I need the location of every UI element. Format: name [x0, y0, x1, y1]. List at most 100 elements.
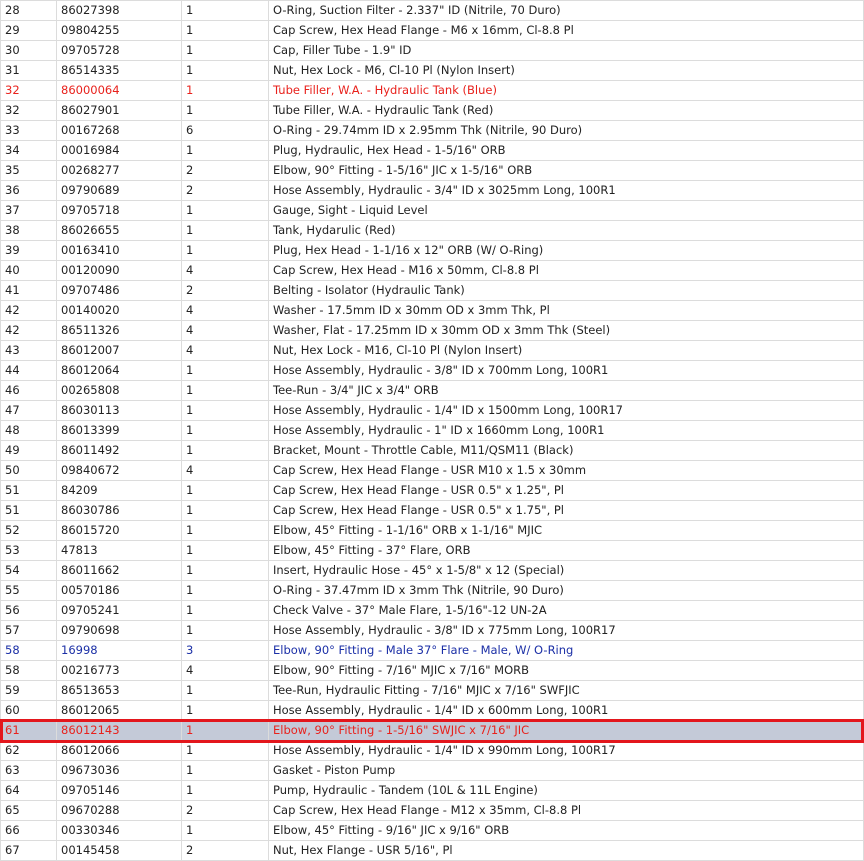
quantity-cell: 1	[181, 200, 269, 221]
table-row[interactable]: 33 00167268 6 O-Ring - 29.74mm ID x 2.95mm …	[0, 120, 864, 141]
table-row[interactable]: 36 09790689 2 Hose Assembly, Hydraulic - 3/…	[0, 180, 864, 201]
description-cell: Gasket - Piston Pump	[268, 760, 864, 781]
part-number-cell: 00265808	[56, 380, 182, 401]
part-number-cell: 86511326	[56, 320, 182, 341]
item-number-cell: 41	[0, 280, 57, 301]
description-cell: Hose Assembly, Hydraulic - 1" ID x 1660m…	[268, 420, 864, 441]
quantity-cell: 1	[181, 740, 269, 761]
table-row[interactable]: 49 86011492 1 Bracket, Mount - Throttle Cab…	[0, 440, 864, 461]
table-row[interactable]: 51 84209 1 Cap Screw, Hex Head Flange - USR…	[0, 480, 864, 501]
item-number-cell: 61	[0, 720, 57, 741]
table-row[interactable]: 30 09705728 1 Cap, Filler Tube - 1.9" ID	[0, 40, 864, 61]
table-row[interactable]: 46 00265808 1 Tee-Run - 3/4" JIC x 3/4" ORB	[0, 380, 864, 401]
part-number-cell: 86015720	[56, 520, 182, 541]
table-row[interactable]: 50 09840672 4 Cap Screw, Hex Head Flange - …	[0, 460, 864, 481]
table-row[interactable]: 39 00163410 1 Plug, Hex Head - 1-1/16 x 12"…	[0, 240, 864, 261]
quantity-cell: 1	[181, 40, 269, 61]
part-number-cell: 86012143	[56, 720, 182, 741]
item-number-cell: 47	[0, 400, 57, 421]
description-cell: Elbow, 45° Fitting - 37° Flare, ORB	[268, 540, 864, 561]
table-row[interactable]: 56 09705241 1 Check Valve - 37° Male Flare,…	[0, 600, 864, 621]
part-number-cell: 86030786	[56, 500, 182, 521]
item-number-cell: 43	[0, 340, 57, 361]
table-row[interactable]: 32 86000064 1 Tube Filler, W.A. - Hydraulic…	[0, 80, 864, 101]
table-row[interactable]: 43 86012007 4 Nut, Hex Lock - M16, Cl-10 Pl…	[0, 340, 864, 361]
table-row[interactable]: 29 09804255 1 Cap Screw, Hex Head Flange - …	[0, 20, 864, 41]
part-number-cell: 00330346	[56, 820, 182, 841]
description-cell: Nut, Hex Lock - M6, Cl-10 Pl (Nylon Inse…	[268, 60, 864, 81]
table-row[interactable]: 42 86511326 4 Washer, Flat - 17.25mm ID x 3…	[0, 320, 864, 341]
item-number-cell: 58	[0, 660, 57, 681]
quantity-cell: 1	[181, 780, 269, 801]
table-row[interactable]: 54 86011662 1 Insert, Hydraulic Hose - 45° …	[0, 560, 864, 581]
table-row[interactable]: 60 86012065 1 Hose Assembly, Hydraulic - 1/…	[0, 700, 864, 721]
table-row[interactable]: 65 09670288 2 Cap Screw, Hex Head Flange - …	[0, 800, 864, 821]
item-number-cell: 58	[0, 640, 57, 661]
table-row[interactable]: 42 00140020 4 Washer - 17.5mm ID x 30mm OD …	[0, 300, 864, 321]
part-number-cell: 86030113	[56, 400, 182, 421]
table-row[interactable]: 38 86026655 1 Tank, Hydarulic (Red)	[0, 220, 864, 241]
description-cell: Tank, Hydarulic (Red)	[268, 220, 864, 241]
description-cell: Cap Screw, Hex Head Flange - M12 x 35mm,…	[268, 800, 864, 821]
item-number-cell: 54	[0, 560, 57, 581]
item-number-cell: 50	[0, 460, 57, 481]
item-number-cell: 40	[0, 260, 57, 281]
table-row[interactable]: 44 86012064 1 Hose Assembly, Hydraulic - 3/…	[0, 360, 864, 381]
item-number-cell: 48	[0, 420, 57, 441]
table-row[interactable]: 35 00268277 2 Elbow, 90° Fitting - 1-5/16" …	[0, 160, 864, 181]
table-row[interactable]: 61 86012143 1 Elbow, 90° Fitting - 1-5/16" …	[0, 720, 864, 741]
table-row[interactable]: 47 86030113 1 Hose Assembly, Hydraulic - 1/…	[0, 400, 864, 421]
quantity-cell: 1	[181, 240, 269, 261]
quantity-cell: 1	[181, 420, 269, 441]
part-number-cell: 09804255	[56, 20, 182, 41]
part-number-cell: 09790698	[56, 620, 182, 641]
description-cell: Elbow, 90° Fitting - 1-5/16" JIC x 1-5/1…	[268, 160, 864, 181]
item-number-cell: 65	[0, 800, 57, 821]
item-number-cell: 35	[0, 160, 57, 181]
table-row[interactable]: 51 86030786 1 Cap Screw, Hex Head Flange - …	[0, 500, 864, 521]
table-row[interactable]: 41 09707486 2 Belting - Isolator (Hydraulic…	[0, 280, 864, 301]
part-number-cell: 00570186	[56, 580, 182, 601]
item-number-cell: 28	[0, 0, 57, 21]
item-number-cell: 30	[0, 40, 57, 61]
parts-table: 28 86027398 1 O-Ring, Suction Filter - 2.33…	[0, 0, 864, 861]
part-number-cell: 00145458	[56, 840, 182, 861]
table-row[interactable]: 59 86513653 1 Tee-Run, Hydraulic Fitting - …	[0, 680, 864, 701]
table-row[interactable]: 28 86027398 1 O-Ring, Suction Filter - 2.33…	[0, 0, 864, 21]
table-row[interactable]: 34 00016984 1 Plug, Hydraulic, Hex Head - 1…	[0, 140, 864, 161]
table-row[interactable]: 64 09705146 1 Pump, Hydraulic - Tandem (10L…	[0, 780, 864, 801]
part-number-cell: 84209	[56, 480, 182, 501]
quantity-cell: 1	[181, 80, 269, 101]
part-number-cell: 09670288	[56, 800, 182, 821]
table-row[interactable]: 57 09790698 1 Hose Assembly, Hydraulic - 3/…	[0, 620, 864, 641]
description-cell: Plug, Hydraulic, Hex Head - 1-5/16" ORB	[268, 140, 864, 161]
table-row[interactable]: 37 09705718 1 Gauge, Sight - Liquid Level	[0, 200, 864, 221]
table-row[interactable]: 63 09673036 1 Gasket - Piston Pump	[0, 760, 864, 781]
item-number-cell: 60	[0, 700, 57, 721]
description-cell: Hose Assembly, Hydraulic - 1/4" ID x 600…	[268, 700, 864, 721]
item-number-cell: 36	[0, 180, 57, 201]
part-number-cell: 86514335	[56, 60, 182, 81]
quantity-cell: 1	[181, 480, 269, 501]
table-row[interactable]: 52 86015720 1 Elbow, 45° Fitting - 1-1/16" …	[0, 520, 864, 541]
item-number-cell: 42	[0, 320, 57, 341]
table-row[interactable]: 32 86027901 1 Tube Filler, W.A. - Hydraulic…	[0, 100, 864, 121]
table-row[interactable]: 31 86514335 1 Nut, Hex Lock - M6, Cl-10 Pl …	[0, 60, 864, 81]
table-row[interactable]: 62 86012066 1 Hose Assembly, Hydraulic - 1/…	[0, 740, 864, 761]
quantity-cell: 1	[181, 400, 269, 421]
table-row[interactable]: 48 86013399 1 Hose Assembly, Hydraulic - 1"…	[0, 420, 864, 441]
table-row[interactable]: 53 47813 1 Elbow, 45° Fitting - 37° Flare, …	[0, 540, 864, 561]
table-row[interactable]: 55 00570186 1 O-Ring - 37.47mm ID x 3mm Thk…	[0, 580, 864, 601]
table-row[interactable]: 40 00120090 4 Cap Screw, Hex Head - M16 x 5…	[0, 260, 864, 281]
table-row[interactable]: 58 00216773 4 Elbow, 90° Fitting - 7/16" MJ…	[0, 660, 864, 681]
description-cell: Tee-Run - 3/4" JIC x 3/4" ORB	[268, 380, 864, 401]
table-row[interactable]: 66 00330346 1 Elbow, 45° Fitting - 9/16" JI…	[0, 820, 864, 841]
quantity-cell: 1	[181, 100, 269, 121]
part-number-cell: 09707486	[56, 280, 182, 301]
description-cell: Nut, Hex Lock - M16, Cl-10 Pl (Nylon Ins…	[268, 340, 864, 361]
item-number-cell: 53	[0, 540, 57, 561]
table-row[interactable]: 58 16998 3 Elbow, 90° Fitting - Male 37° Fl…	[0, 640, 864, 661]
quantity-cell: 1	[181, 360, 269, 381]
item-number-cell: 37	[0, 200, 57, 221]
table-row[interactable]: 67 00145458 2 Nut, Hex Flange - USR 5/16", …	[0, 840, 864, 861]
